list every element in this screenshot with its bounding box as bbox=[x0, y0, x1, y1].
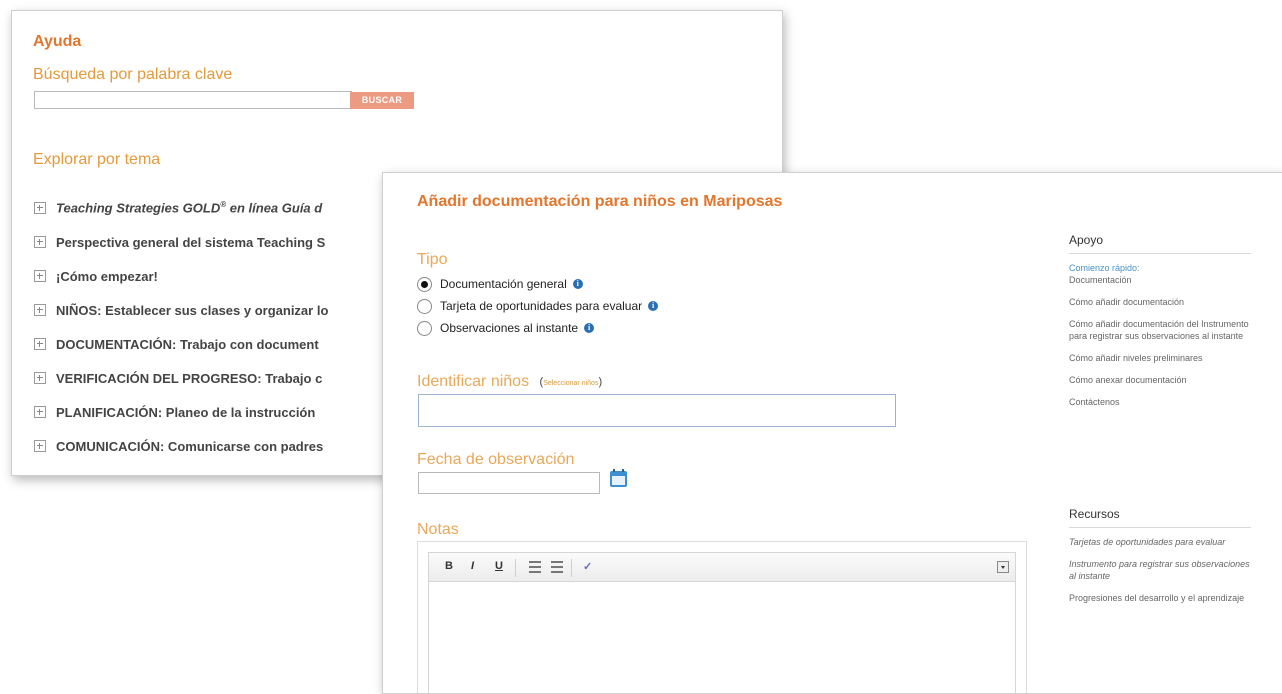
topic-item-gold-guide[interactable]: Teaching Strategies GOLD® en línea Guía … bbox=[34, 191, 328, 225]
expand-plus-icon[interactable] bbox=[34, 304, 46, 316]
expand-plus-icon[interactable] bbox=[34, 406, 46, 418]
expand-plus-icon[interactable] bbox=[34, 236, 46, 248]
topic-label: NIÑOS: Establecer sus clases y organizar… bbox=[56, 302, 329, 318]
support-link[interactable]: Cómo añadir niveles preliminares bbox=[1069, 352, 1251, 364]
topic-item-overview[interactable]: Perspectiva general del sistema Teaching… bbox=[34, 225, 328, 259]
support-link[interactable]: Cómo añadir documentación del Instrument… bbox=[1069, 318, 1251, 342]
topic-label: DOCUMENTACIÓN: Trabajo con document bbox=[56, 336, 319, 352]
page-title: Añadir documentación para niños en Marip… bbox=[417, 193, 783, 210]
radio-button[interactable] bbox=[417, 320, 432, 336]
type-option-label: Tarjeta de oportunidades para evaluar bbox=[440, 299, 643, 313]
search-button[interactable]: BUSCAR bbox=[350, 92, 414, 109]
support-link[interactable]: Contáctenos bbox=[1069, 396, 1251, 408]
editor-toolbar: B I U ✓ bbox=[428, 552, 1016, 582]
info-icon[interactable]: i bbox=[572, 279, 583, 289]
expand-plus-icon[interactable] bbox=[34, 270, 46, 282]
underline-button[interactable]: U bbox=[495, 560, 503, 572]
topic-label: PLANIFICACIÓN: Planeo de la instrucción bbox=[56, 404, 316, 420]
expand-plus-icon[interactable] bbox=[34, 372, 46, 384]
topic-item-progress[interactable]: VERIFICACIÓN DEL PROGRESO: Trabajo c bbox=[34, 361, 328, 395]
notes-editor: B I U ✓ bbox=[417, 541, 1027, 693]
support-link[interactable]: Cómo añadir documentación bbox=[1069, 296, 1251, 308]
topic-label: COMUNICACIÓN: Comunicarse con padres bbox=[56, 438, 324, 454]
info-icon[interactable]: i bbox=[648, 301, 659, 311]
select-children-link-wrapper: (Seleccionar niños) bbox=[539, 375, 603, 388]
radio-button-selected[interactable] bbox=[417, 276, 432, 292]
resources-sidebar: Recursos Tarjetas de oportunidades para … bbox=[1069, 507, 1251, 614]
support-heading: Apoyo bbox=[1069, 233, 1251, 254]
explore-by-topic-label: Explorar por tema bbox=[33, 151, 161, 168]
type-label: Tipo bbox=[417, 251, 448, 268]
help-title: Ayuda bbox=[33, 33, 82, 50]
type-option-quick-observations[interactable]: Observaciones al instante i bbox=[417, 317, 658, 339]
keyword-search-input[interactable] bbox=[34, 91, 352, 109]
italic-button[interactable]: I bbox=[471, 560, 474, 572]
resource-link[interactable]: Instrumento para registrar sus observaci… bbox=[1069, 558, 1251, 582]
topic-item-documentation[interactable]: DOCUMENTACIÓN: Trabajo con document bbox=[34, 327, 328, 361]
toolbar-separator bbox=[571, 559, 572, 577]
spellcheck-icon[interactable]: ✓ bbox=[583, 560, 592, 573]
bullet-list-icon[interactable] bbox=[529, 561, 541, 573]
bold-button[interactable]: B bbox=[445, 560, 453, 572]
identify-children-input[interactable] bbox=[418, 394, 896, 427]
topic-item-communication[interactable]: COMUNICACIÓN: Comunicarse con padres bbox=[34, 429, 328, 463]
topic-list: Teaching Strategies GOLD® en línea Guía … bbox=[34, 191, 328, 463]
toolbar-separator bbox=[515, 559, 516, 577]
topic-label: VERIFICACIÓN DEL PROGRESO: Trabajo c bbox=[56, 370, 323, 386]
type-option-general[interactable]: Documentación general i bbox=[417, 273, 658, 295]
add-documentation-panel: Añadir documentación para niños en Marip… bbox=[382, 172, 1282, 694]
topic-item-planning[interactable]: PLANIFICACIÓN: Planeo de la instrucción bbox=[34, 395, 328, 429]
identify-children-label: Identificar niños (Seleccionar niños) bbox=[417, 373, 603, 390]
observation-date-input[interactable] bbox=[418, 472, 600, 494]
topic-label: Teaching Strategies GOLD® en línea Guía … bbox=[56, 200, 323, 216]
select-children-link[interactable]: Seleccionar niños bbox=[543, 380, 598, 387]
notes-editor-body[interactable] bbox=[428, 582, 1016, 693]
resource-link[interactable]: Tarjetas de oportunidades para evaluar bbox=[1069, 536, 1251, 548]
support-link[interactable]: Cómo anexar documentación bbox=[1069, 374, 1251, 386]
type-radio-group: Documentación general i Tarjeta de oport… bbox=[417, 273, 659, 339]
resources-heading: Recursos bbox=[1069, 507, 1251, 528]
type-option-label: Observaciones al instante bbox=[440, 321, 579, 335]
radio-button[interactable] bbox=[417, 298, 432, 314]
type-option-opportunity-card[interactable]: Tarjeta de oportunidades para evaluar i bbox=[417, 295, 659, 317]
expand-plus-icon[interactable] bbox=[34, 440, 46, 452]
topic-item-getting-started[interactable]: ¡Cómo empezar! bbox=[34, 259, 328, 293]
observation-date-label: Fecha de observación bbox=[417, 451, 575, 468]
numbered-list-icon[interactable] bbox=[551, 561, 563, 573]
support-sidebar: Apoyo Comienzo rápido: Documentación Cóm… bbox=[1069, 233, 1251, 418]
topic-label: Perspectiva general del sistema Teaching… bbox=[56, 234, 326, 250]
resource-link[interactable]: Progresiones del desarrollo y el aprendi… bbox=[1069, 592, 1251, 604]
toolbar-collapse-icon[interactable] bbox=[997, 561, 1009, 573]
expand-plus-icon[interactable] bbox=[34, 338, 46, 350]
keyword-search-label: Búsqueda por palabra clave bbox=[33, 66, 233, 83]
topic-label: ¡Cómo empezar! bbox=[56, 268, 158, 284]
topic-item-children[interactable]: NIÑOS: Establecer sus clases y organizar… bbox=[34, 293, 328, 327]
type-option-label: Documentación general bbox=[440, 277, 567, 291]
expand-plus-icon[interactable] bbox=[34, 202, 46, 214]
calendar-icon[interactable] bbox=[610, 469, 627, 487]
quick-start-link[interactable]: Comienzo rápido: Documentación bbox=[1069, 262, 1251, 286]
info-icon[interactable]: i bbox=[584, 323, 595, 333]
notes-label: Notas bbox=[417, 521, 459, 538]
